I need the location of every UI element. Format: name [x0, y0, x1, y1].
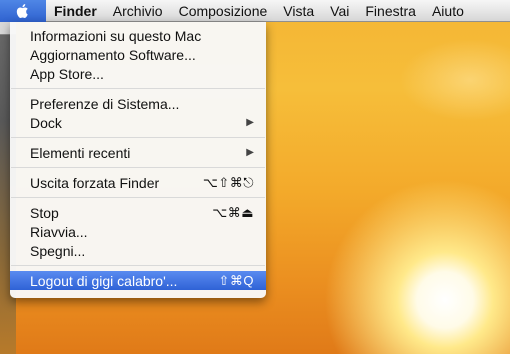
menu-finder[interactable]: Finder — [46, 0, 105, 22]
menu-item-label: Informazioni su questo Mac — [30, 27, 202, 44]
apple-menu-button[interactable] — [0, 0, 46, 22]
menu-item-label: Preferenze di Sistema... — [30, 95, 180, 112]
menu-archivio[interactable]: Archivio — [105, 0, 171, 22]
menu-separator — [11, 197, 265, 198]
menu-separator — [11, 167, 265, 168]
menu-item-label: App Store... — [30, 65, 104, 82]
menu-item-label: Riavvia... — [30, 223, 88, 240]
menu-composizione[interactable]: Composizione — [171, 0, 276, 22]
menu-item-force-quit[interactable]: Uscita forzata Finder ⌥⇧⌘⎋ — [10, 173, 266, 192]
menu-separator — [11, 265, 265, 266]
menu-item-label: Spegni... — [30, 242, 86, 259]
menu-finestra[interactable]: Finestra — [357, 0, 424, 22]
menu-separator — [11, 88, 265, 89]
keyboard-shortcut: ⌥⇧⌘⎋ — [202, 174, 254, 190]
keyboard-shortcut: ⇧⌘Q — [218, 272, 254, 288]
menu-item-label: Elementi recenti — [30, 144, 131, 161]
menu-item-label: Uscita forzata Finder — [30, 174, 160, 191]
apple-menu-dropdown: Informazioni su questo Mac Aggiornamento… — [10, 22, 266, 298]
menu-item-system-preferences[interactable]: Preferenze di Sistema... — [10, 94, 266, 113]
menu-item-software-update[interactable]: Aggiornamento Software... — [10, 45, 266, 64]
menu-vista[interactable]: Vista — [275, 0, 322, 22]
menu-item-recent-items[interactable]: Elementi recenti ▶ — [10, 143, 266, 162]
menu-item-dock[interactable]: Dock ▶ — [10, 113, 266, 132]
menu-item-about-this-mac[interactable]: Informazioni su questo Mac — [10, 26, 266, 45]
menu-aiuto[interactable]: Aiuto — [424, 0, 472, 22]
menu-item-shut-down[interactable]: Spegni... — [10, 241, 266, 260]
menu-item-label: Logout di gigi calabro'... — [30, 272, 178, 289]
apple-icon — [16, 3, 28, 18]
menu-separator — [11, 137, 265, 138]
menu-item-label: Dock — [30, 114, 62, 131]
submenu-arrow-icon: ▶ — [246, 117, 254, 128]
menu-vai[interactable]: Vai — [322, 0, 357, 22]
keyboard-shortcut: ⌥⌘⏏ — [212, 204, 254, 220]
menu-item-logout[interactable]: Logout di gigi calabro'... ⇧⌘Q — [10, 271, 266, 290]
menu-item-label: Aggiornamento Software... — [30, 46, 196, 63]
submenu-arrow-icon: ▶ — [246, 147, 254, 158]
menu-item-label: Stop — [30, 204, 59, 221]
menu-item-restart[interactable]: Riavvia... — [10, 222, 266, 241]
menu-item-sleep[interactable]: Stop ⌥⌘⏏ — [10, 203, 266, 222]
menu-bar: Finder Archivio Composizione Vista Vai F… — [0, 0, 510, 22]
menu-item-app-store[interactable]: App Store... — [10, 64, 266, 83]
